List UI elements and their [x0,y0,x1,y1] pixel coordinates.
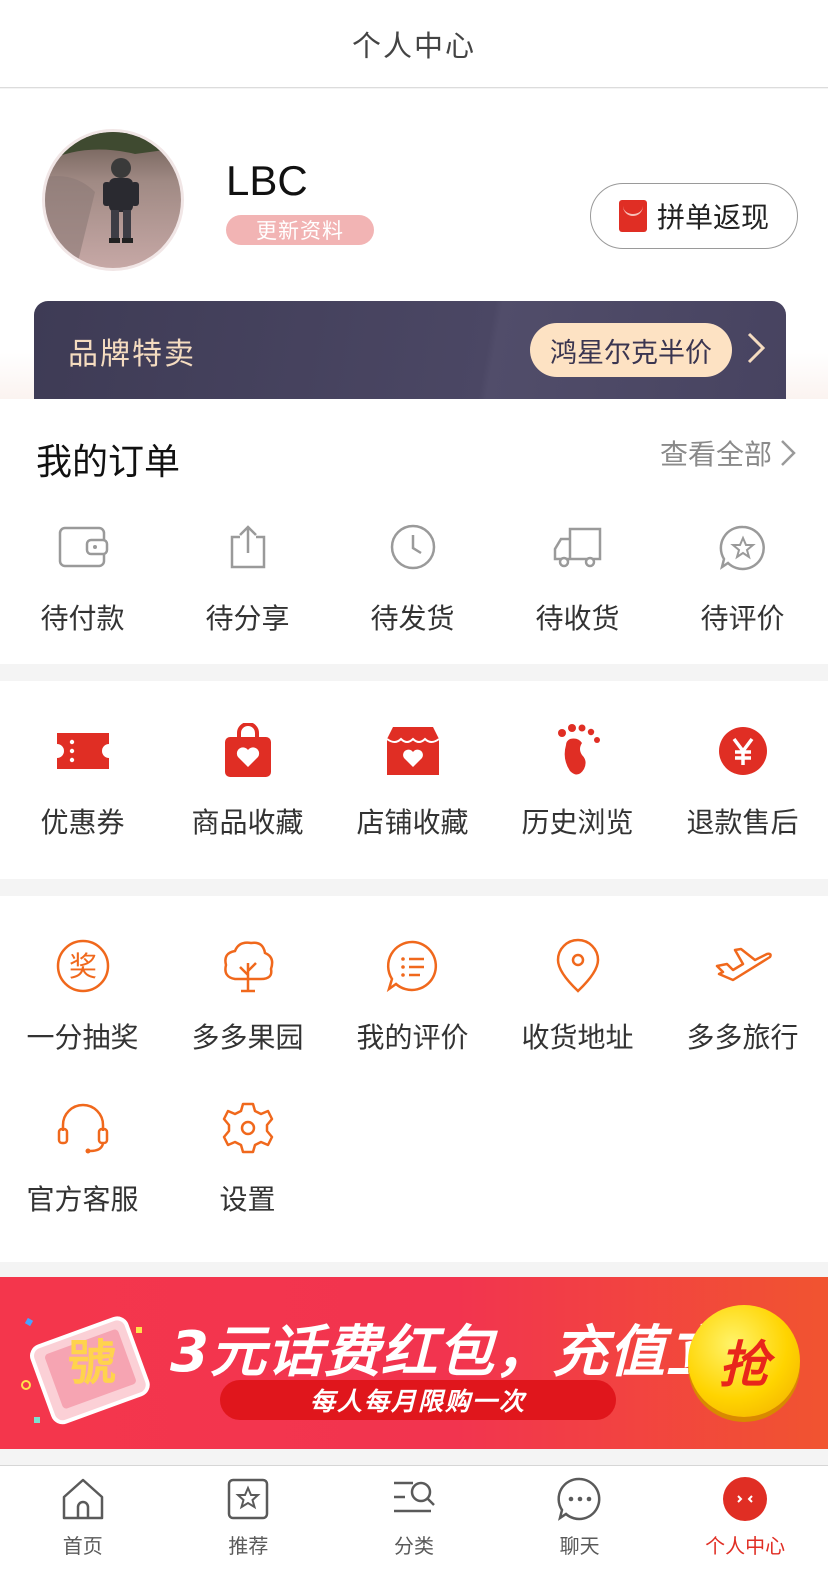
tool-item-label: 收货地址 [521,1021,634,1054]
wallet-icon [53,517,113,577]
store-favorites-entry[interactable]: 店铺收藏 [330,721,495,841]
review-icon [713,517,773,577]
order-pending-shipment[interactable]: 待发货 [330,517,495,637]
view-all-label: 查看全部 [659,438,772,471]
order-item-label: 待评价 [700,602,785,635]
favorites-row: 优惠券 商品收藏 店铺收藏 历史浏览 退款售后 [0,721,828,841]
page-title: 个人中心 [351,28,476,63]
phone-illustration: 號 [21,1316,150,1425]
fav-item-label: 商品收藏 [191,806,304,839]
gear-icon [218,1098,278,1158]
brand-sale-title: 品牌特卖 [68,337,196,372]
tab-label: 首页 [62,1534,103,1558]
bag-heart-icon [218,721,278,781]
chevron-right-icon [746,331,766,373]
group-cashback-button[interactable]: 拼单返现 [590,183,798,249]
order-item-label: 待分享 [205,602,290,635]
phone-credit-promo-banner[interactable]: 號 3元话费红包，充值立减 每人每月限购一次 抢 [0,1277,828,1449]
tab-label: 个人中心 [705,1534,786,1558]
tree-icon [218,936,278,996]
tool-item-label: 一分抽奖 [26,1021,139,1054]
fav-item-label: 退款售后 [686,806,799,839]
lottery-entry[interactable]: 奖 一分抽奖 [0,936,165,1056]
category-search-icon [389,1474,439,1524]
coupon-icon [53,721,113,781]
orders-section: 我的订单 查看全部 待付款 待分享 待发货 待收货 待评价 [0,399,828,664]
tab-profile[interactable]: 个人中心 [662,1466,828,1575]
store-heart-icon [383,721,443,781]
group-cashback-label: 拼单返现 [656,201,769,234]
tab-chat[interactable]: 聊天 [497,1466,663,1575]
order-item-label: 待付款 [40,602,125,635]
brand-sale-banner[interactable]: 品牌特卖 鸿星尔克半价 [34,301,786,399]
profile-icon [720,1474,770,1524]
chat-icon [555,1474,605,1524]
nav-bar: 个人中心 [0,0,828,88]
orchard-entry[interactable]: 多多果园 [165,936,330,1056]
headset-icon [53,1098,113,1158]
customer-service-entry[interactable]: 官方客服 [0,1098,165,1218]
promo-badge-glyph: 號 [68,1335,116,1391]
tab-label: 聊天 [559,1534,600,1558]
profile-section: LBC 更新资料 拼单返现 品牌特卖 鸿星尔克半价 [0,89,828,399]
view-all-orders-link[interactable]: 查看全部 [660,433,796,473]
shipping-address-entry[interactable]: 收货地址 [495,936,660,1056]
home-icon [58,1474,108,1524]
chevron-right-icon [781,440,796,466]
truck-icon [548,517,608,577]
orders-title: 我的订单 [36,442,181,483]
tab-label: 推荐 [228,1534,269,1558]
favorites-section: 优惠券 商品收藏 店铺收藏 历史浏览 退款售后 [0,681,828,879]
comment-list-icon [383,936,443,996]
promo-subtitle: 每人每月限购一次 [220,1380,616,1420]
orders-row: 待付款 待分享 待发货 待收货 待评价 [0,517,828,637]
order-pending-share[interactable]: 待分享 [165,517,330,637]
brand-sale-pill[interactable]: 鸿星尔克半价 [530,323,732,377]
plane-icon [713,936,773,996]
tool-item-label: 我的评价 [356,1021,469,1054]
settings-entry[interactable]: 设置 [165,1098,330,1218]
tool-item-label: 设置 [219,1183,276,1216]
red-envelope-icon [618,200,647,232]
location-pin-icon [548,936,608,996]
order-pending-review[interactable]: 待评价 [660,517,825,637]
order-pending-receipt[interactable]: 待收货 [495,517,660,637]
username: LBC [226,157,308,204]
star-icon [223,1474,273,1524]
tab-home[interactable]: 首页 [0,1466,166,1575]
tool-item-label: 多多果园 [191,1021,304,1054]
bottom-tab-bar: 首页 推荐 分类 聊天 个人中心 [0,1465,828,1575]
browse-history-entry[interactable]: 历史浏览 [495,721,660,841]
tool-item-label: 官方客服 [26,1183,139,1216]
fav-item-label: 店铺收藏 [356,806,469,839]
prize-glyph: 奖 [68,950,96,983]
tab-recommend[interactable]: 推荐 [166,1466,332,1575]
tab-label: 分类 [393,1534,434,1558]
avatar[interactable] [42,129,184,271]
grab-button[interactable]: 抢 [688,1305,800,1417]
travel-entry[interactable]: 多多旅行 [660,936,825,1056]
yen-icon [713,721,773,781]
refund-aftersale-entry[interactable]: 退款售后 [660,721,825,841]
order-item-label: 待发货 [370,602,455,635]
fav-item-label: 优惠券 [40,806,125,839]
clock-icon [383,517,443,577]
tab-category[interactable]: 分类 [331,1466,497,1575]
tool-item-label: 多多旅行 [686,1021,799,1054]
product-favorites-entry[interactable]: 商品收藏 [165,721,330,841]
tools-row-1: 奖 一分抽奖 多多果园 我的评价 收货地址 多多旅行 [0,936,828,1056]
order-item-label: 待收货 [535,602,620,635]
tools-row-2: 官方客服 设置 [0,1098,828,1218]
fav-item-label: 历史浏览 [521,806,634,839]
footprint-icon [548,721,608,781]
my-reviews-entry[interactable]: 我的评价 [330,936,495,1056]
tools-section: 奖 一分抽奖 多多果园 我的评价 收货地址 多多旅行 官方客服 设置 [0,896,828,1262]
order-pending-payment[interactable]: 待付款 [0,517,165,637]
update-profile-button[interactable]: 更新资料 [226,215,374,245]
prize-icon: 奖 [53,936,113,996]
coupon-entry[interactable]: 优惠券 [0,721,165,841]
share-icon [218,517,278,577]
